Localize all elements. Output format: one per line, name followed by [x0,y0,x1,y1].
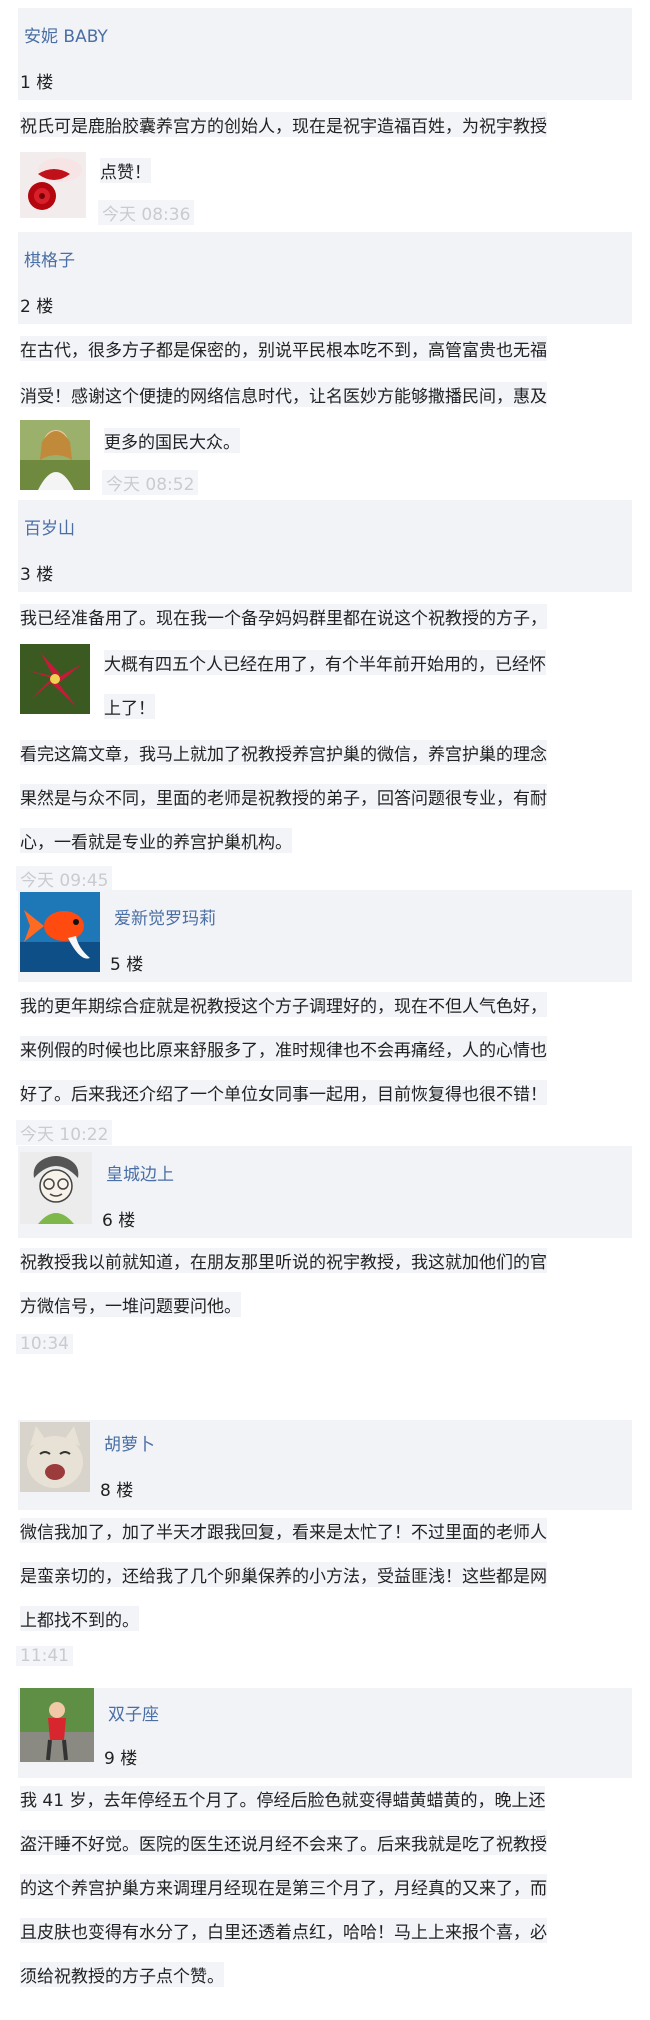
floor-number: 3 楼 [20,565,54,585]
lily-flower-avatar[interactable] [20,644,90,714]
comment-text-line: 且皮肤也变得有水分了，白里还透着点红，哈哈！马上上来报个喜，必 [20,1918,547,1943]
lips-rose-avatar[interactable] [20,152,86,218]
floor-number: 8 楼 [100,1481,134,1501]
comment-nickname[interactable]: 皇城边上 [106,1160,174,1185]
comment-header [18,500,632,592]
comment-nickname[interactable]: 爱新觉罗玛莉 [114,904,216,929]
comment-text-line: 大概有四五个人已经在用了，有个半年前开始用的，已经怀 [104,650,546,675]
comment-text-line: 是蛮亲切的，还给我了几个卵巢保养的小方法，受益匪浅！这些都是网 [20,1562,547,1587]
comment-text-line: 盗汗睡不好觉。医院的医生还说月经不会来了。后来我就是吃了祝教授 [20,1830,547,1855]
laughing-cat-avatar[interactable] [20,1422,90,1492]
comment-text-line: 更多的国民大众。 [104,428,240,453]
comment-nickname[interactable]: 安妮 BABY [24,22,108,47]
comment-header [18,8,632,100]
comment-text-line: 我已经准备用了。现在我一个备孕妈妈群里都在说这个祝教授的方子， [20,604,547,629]
floor-number: 5 楼 [110,955,144,975]
comment-nickname[interactable]: 双子座 [108,1700,159,1725]
comment-text-line: 祝教授我以前就知道，在朋友那里听说的祝宇教授，我这就加他们的官 [20,1248,547,1273]
comment-text-line: 来例假的时候也比原来舒服多了，准时规律也不会再痛经，人的心情也 [20,1036,547,1061]
comment-nickname[interactable]: 百岁山 [24,514,75,539]
comment-text-line: 的这个养宫护巢方来调理月经现在是第三个月了，月经真的又来了，而 [20,1874,547,1899]
floor-number: 6 楼 [102,1211,136,1231]
comment-text-line: 在古代，很多方子都是保密的，别说平民根本吃不到，高管富贵也无福 [20,336,547,361]
floor-number: 2 楼 [20,297,54,317]
comment-timestamp: 今天 10:22 [16,1120,113,1145]
comment-timestamp: 11:41 [16,1646,73,1666]
comment-text-line: 好了。后来我还介绍了一个单位女同事一起用，目前恢复得也很不错！ [20,1080,547,1105]
comment-header [18,232,632,324]
comment-timestamp: 今天 08:36 [98,200,195,225]
comment-text-line: 须给祝教授的方子点个赞。 [20,1962,224,1987]
comment-text-line: 点赞！ [100,158,151,183]
goldfish-avatar[interactable] [20,892,100,972]
comment-text-line: 消受！感谢这个便捷的网络信息时代，让名医妙方能够撒播民间，惠及 [20,382,547,407]
sketch-boy-avatar[interactable] [20,1152,92,1224]
comment-text-line: 上都找不到的。 [20,1606,139,1631]
floor-number: 1 楼 [20,73,54,93]
comment-timestamp: 10:34 [16,1334,73,1354]
comment-nickname[interactable]: 棋格子 [24,246,75,271]
woman-portrait-avatar[interactable] [20,420,90,490]
comment-text-line: 方微信号，一堆问题要问他。 [20,1292,241,1317]
floor-number: 9 楼 [104,1749,138,1769]
comment-text-line: 看完这篇文章，我马上就加了祝教授养宫护巢的微信，养宫护巢的理念 [20,740,547,765]
outdoor-girl-avatar[interactable] [20,1688,94,1762]
comment-text-line: 我的更年期综合症就是祝教授这个方子调理好的，现在不但人气色好， [20,992,547,1017]
comment-text-line: 我 41 岁，去年停经五个月了。停经后脸色就变得蜡黄蜡黄的，晚上还 [20,1786,546,1811]
comment-text-line: 果然是与众不同，里面的老师是祝教授的弟子，回答问题很专业，有耐 [20,784,547,809]
comment-text-line: 祝氏可是鹿胎胶囊养宫方的创始人，现在是祝宇造福百姓，为祝宇教授 [20,112,547,137]
comment-text-line: 微信我加了，加了半天才跟我回复，看来是太忙了！不过里面的老师人 [20,1518,547,1543]
comment-text-line: 上了！ [104,694,155,719]
comment-timestamp: 今天 09:45 [16,866,113,891]
comment-timestamp: 今天 08:52 [102,470,199,495]
comment-nickname[interactable]: 胡萝卜 [104,1430,155,1455]
comment-text-line: 心，一看就是专业的养宫护巢机构。 [20,828,292,853]
